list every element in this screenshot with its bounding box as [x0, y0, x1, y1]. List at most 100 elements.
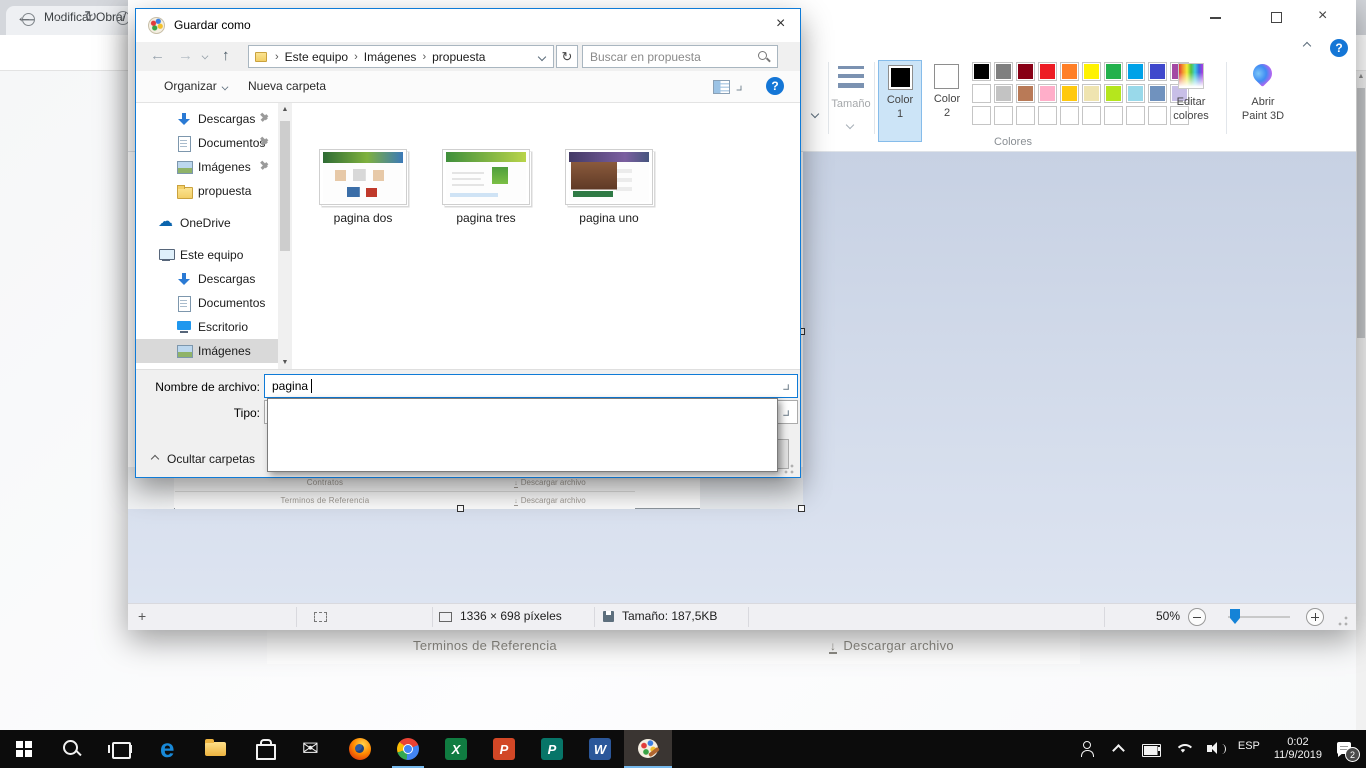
hide-folders-button[interactable]: Ocultar carpetas [152, 452, 255, 466]
refresh-icon[interactable]: ↻ [556, 45, 578, 68]
search-icon[interactable] [758, 51, 770, 63]
clock[interactable]: 0:02 11/9/2019 [1274, 736, 1322, 762]
color-swatch[interactable] [1126, 84, 1145, 103]
file-item[interactable]: pagina uno [554, 149, 664, 225]
dialog-back-icon[interactable]: ← [150, 47, 165, 64]
collapse-ribbon-icon[interactable] [1303, 42, 1311, 50]
sidebar-item[interactable]: propuesta [136, 179, 278, 203]
scroll-up-icon[interactable]: ▲ [278, 106, 292, 113]
edit-colors-button[interactable]: Editar colores [1164, 60, 1218, 142]
color-swatch[interactable] [1126, 62, 1145, 81]
color-swatch[interactable] [1060, 84, 1079, 103]
autocomplete-dropdown[interactable] [267, 398, 778, 472]
new-folder-button[interactable]: Nueva carpeta [248, 79, 326, 93]
empty-color-swatch[interactable] [1126, 106, 1145, 125]
color-swatch[interactable] [1038, 84, 1057, 103]
sidebar-item[interactable]: Escritorio [136, 315, 278, 339]
search-box[interactable]: Buscar en propuesta [582, 45, 778, 68]
empty-color-swatch[interactable] [972, 106, 991, 125]
hidden-icons-chevron-icon[interactable] [1110, 740, 1128, 758]
filename-dropdown-icon[interactable] [783, 384, 788, 389]
empty-color-swatch[interactable] [1016, 106, 1035, 125]
paint-help-icon[interactable]: ? [1330, 39, 1348, 57]
dialog-resize-grip[interactable] [784, 464, 794, 474]
wifi-icon[interactable] [1174, 740, 1192, 758]
sidebar-item[interactable]: Documentos [136, 291, 278, 315]
empty-color-swatch[interactable] [1038, 106, 1057, 125]
sidebar-item[interactable]: Documentos [136, 131, 278, 155]
dialog-help-icon[interactable]: ? [766, 77, 784, 95]
open-paint3d-button[interactable]: Abrir Paint 3D [1233, 60, 1293, 142]
color-swatch[interactable] [972, 84, 991, 103]
color-swatch[interactable] [994, 62, 1013, 81]
color-swatch[interactable] [1016, 62, 1035, 81]
dialog-close-icon[interactable]: × [776, 15, 785, 33]
file-type-dropdown-icon[interactable] [783, 410, 788, 415]
taskbar-button[interactable]: P [480, 730, 528, 768]
color-swatch[interactable] [1082, 62, 1101, 81]
minimize-icon[interactable] [1210, 17, 1221, 19]
taskbar-button[interactable] [48, 730, 96, 768]
file-item[interactable]: pagina tres [431, 149, 541, 225]
organize-button[interactable]: Organizar [164, 79, 217, 93]
color-swatch[interactable] [1082, 84, 1101, 103]
browser-back-icon[interactable]: ← [16, 0, 32, 36]
sidebar-item[interactable]: Imágenes [136, 155, 278, 179]
sidebar-item[interactable]: Imágenes [136, 339, 278, 363]
nav-scrollbar-thumb[interactable] [280, 121, 290, 251]
battery-icon[interactable] [1142, 740, 1160, 758]
download-link[interactable]: ↓Descargar archivo [703, 638, 1080, 654]
taskbar-button[interactable] [192, 730, 240, 768]
people-icon[interactable] [1078, 740, 1096, 758]
selection-handle-bottom[interactable] [457, 505, 464, 512]
empty-color-swatch[interactable] [994, 106, 1013, 125]
zoom-slider-thumb[interactable] [1230, 609, 1240, 624]
scrollbar-up-icon[interactable]: ▲ [1356, 73, 1366, 80]
color-swatch[interactable] [1038, 62, 1057, 81]
address-dropdown-icon[interactable] [538, 53, 546, 61]
taskbar-button[interactable]: X [432, 730, 480, 768]
maximize-icon[interactable] [1271, 12, 1282, 23]
sidebar-item[interactable]: OneDrive [136, 211, 278, 235]
language-indicator[interactable]: ESP [1238, 740, 1260, 758]
color1-button[interactable]: Color 1 [878, 60, 922, 142]
taskbar-button[interactable] [240, 730, 288, 768]
view-mode-icon[interactable] [713, 80, 730, 94]
file-item[interactable]: pagina dos [308, 149, 418, 225]
nav-scrollbar[interactable]: ▲ ▼ [278, 103, 292, 369]
taskbar-button[interactable] [0, 730, 48, 768]
empty-color-swatch[interactable] [1082, 106, 1101, 125]
taskbar-button[interactable] [336, 730, 384, 768]
dialog-up-icon[interactable]: ↑ [222, 47, 230, 64]
taskbar-button[interactable] [288, 730, 336, 768]
taskbar-button[interactable] [96, 730, 144, 768]
color-swatch[interactable] [1016, 84, 1035, 103]
browser-reload-icon[interactable]: ↻ [84, 0, 97, 36]
filename-input[interactable]: pagina [264, 374, 798, 398]
color2-button[interactable]: Color 2 [925, 60, 969, 142]
action-center-icon[interactable]: 2 [1336, 740, 1354, 758]
zoom-in-button[interactable] [1306, 608, 1324, 626]
breadcrumb-item[interactable]: Este equipo [285, 50, 348, 64]
sidebar-item[interactable]: Descargas [136, 107, 278, 131]
empty-color-swatch[interactable] [1060, 106, 1079, 125]
taskbar-button[interactable] [384, 730, 432, 768]
dialog-titlebar[interactable]: Guardar como × [136, 9, 800, 42]
taskbar-button[interactable]: W [576, 730, 624, 768]
sidebar-item[interactable]: Descargas [136, 267, 278, 291]
scroll-down-icon[interactable]: ▼ [278, 359, 292, 366]
address-bar[interactable]: ›Este equipo›Imágenes›propuesta [248, 45, 554, 68]
taskbar-button[interactable]: P [528, 730, 576, 768]
zoom-out-button[interactable] [1188, 608, 1206, 626]
close-icon[interactable]: × [1318, 7, 1327, 25]
browser-scrollbar-thumb[interactable] [1357, 88, 1365, 338]
taskbar-button[interactable] [624, 730, 672, 768]
color-swatch[interactable] [1104, 62, 1123, 81]
breadcrumb-item[interactable]: propuesta [432, 50, 485, 64]
breadcrumb-item[interactable]: Imágenes [364, 50, 417, 64]
color-swatch[interactable] [972, 62, 991, 81]
size-button[interactable]: Tamaño [831, 60, 871, 142]
recent-locations-caret-icon[interactable] [202, 53, 209, 60]
taskbar-button[interactable] [144, 730, 192, 768]
sidebar-item[interactable]: Este equipo [136, 243, 278, 267]
